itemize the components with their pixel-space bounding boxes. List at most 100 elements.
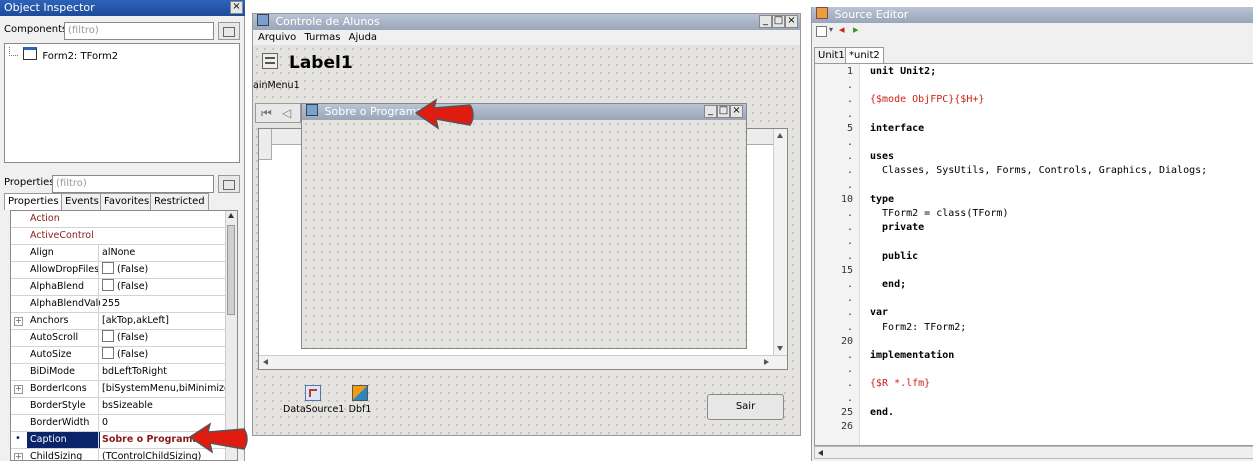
clear-filter-button[interactable] xyxy=(218,22,240,40)
maximize-icon[interactable]: □ xyxy=(717,105,730,118)
code-line[interactable]: . xyxy=(815,179,1253,193)
properties-filter-input[interactable]: (filtro) xyxy=(52,175,214,193)
property-row[interactable]: AllowDropFiles (False) xyxy=(11,262,227,279)
scroll-up-icon[interactable] xyxy=(777,133,783,138)
checkbox-icon[interactable] xyxy=(102,330,114,342)
clear-properties-filter-button[interactable] xyxy=(218,175,240,193)
checkbox-icon[interactable] xyxy=(102,279,114,291)
tab-properties[interactable]: Properties xyxy=(4,193,63,210)
code-line[interactable]: . xyxy=(815,292,1253,306)
code-line[interactable]: . public xyxy=(815,250,1253,264)
property-value[interactable]: (False) xyxy=(98,330,227,346)
about-form-canvas[interactable] xyxy=(302,120,746,348)
code-line[interactable]: . {$mode ObjFPC}{$H+} xyxy=(815,93,1253,107)
property-value[interactable]: bsSizeable xyxy=(98,398,227,414)
component-datasource1[interactable]: DataSource1 xyxy=(283,385,344,415)
close-icon[interactable]: × xyxy=(230,1,243,14)
checkbox-icon[interactable] xyxy=(102,347,114,359)
code-line[interactable]: . xyxy=(815,136,1253,150)
scroll-right-icon[interactable] xyxy=(764,359,769,365)
property-row[interactable]: AutoScroll (False) xyxy=(11,330,227,347)
scroll-down-icon[interactable] xyxy=(777,346,783,351)
bookmark-icon[interactable] xyxy=(816,26,827,37)
property-row[interactable]: BorderStyle bsSizeable xyxy=(11,398,227,415)
code-line[interactable]: 26 xyxy=(815,420,1253,434)
about-form-titlebar[interactable]: Sobre o Programa xyxy=(302,104,746,120)
close-icon[interactable]: × xyxy=(785,15,798,28)
property-value[interactable]: bdLeftToRight xyxy=(98,364,227,380)
code-line[interactable]: . xyxy=(815,108,1253,122)
expand-icon[interactable]: + xyxy=(14,453,23,460)
code-line[interactable]: 15 xyxy=(815,264,1253,278)
tab-restricted[interactable]: Restricted xyxy=(150,193,209,210)
code-line[interactable]: . TForm2 = class(TForm) xyxy=(815,207,1253,221)
property-row[interactable]: ActiveControl xyxy=(11,228,227,245)
menu-ajuda[interactable]: Ajuda xyxy=(349,32,377,43)
menu-turmas[interactable]: Turmas xyxy=(304,32,340,43)
editor-hscrollbar[interactable] xyxy=(814,446,1253,459)
property-value[interactable]: [biSystemMenu,biMinimize,biMax xyxy=(98,381,227,397)
property-row[interactable]: AlphaBlendValu 255 xyxy=(11,296,227,313)
prior-record-icon[interactable]: ◁ xyxy=(282,106,291,120)
maximize-icon[interactable]: □ xyxy=(772,15,785,28)
property-row[interactable]: BiDiMode bdLeftToRight xyxy=(11,364,227,381)
close-icon[interactable]: × xyxy=(730,105,743,118)
db-navigator[interactable]: ⏮ ◁ xyxy=(255,103,301,123)
form-designer-titlebar[interactable]: Controle de Alunos xyxy=(253,14,800,30)
property-value[interactable]: (False) xyxy=(98,262,227,278)
minimize-icon[interactable]: _ xyxy=(759,15,772,28)
code-line[interactable]: 5 interface xyxy=(815,122,1253,136)
tab-unit1[interactable]: Unit1 xyxy=(814,47,849,64)
grid-vscrollbar[interactable] xyxy=(773,129,787,355)
code-line[interactable]: 1 unit Unit2; xyxy=(815,65,1253,79)
property-row[interactable]: Align alNone xyxy=(11,245,227,262)
about-form-window[interactable]: Sobre o Programa _ □ × xyxy=(301,103,747,349)
property-value[interactable]: [akTop,akLeft] xyxy=(98,313,227,329)
tab-favorites[interactable]: Favorites xyxy=(100,193,154,210)
code-line[interactable]: . implementation xyxy=(815,349,1253,363)
main-menu-component-icon[interactable] xyxy=(262,53,278,69)
code-line[interactable]: . end; xyxy=(815,278,1253,292)
forward-arrow-icon[interactable]: ▸ xyxy=(853,23,859,36)
code-line[interactable]: . xyxy=(815,363,1253,377)
expand-icon[interactable]: + xyxy=(14,385,23,394)
scroll-left-icon[interactable] xyxy=(263,359,268,365)
code-line[interactable]: . uses xyxy=(815,150,1253,164)
source-editor-titlebar[interactable]: Source Editor xyxy=(812,7,1253,23)
property-value[interactable]: (False) xyxy=(98,279,227,295)
property-row[interactable]: AutoSize (False) xyxy=(11,347,227,364)
menu-arquivo[interactable]: Arquivo xyxy=(258,32,296,43)
dropdown-icon[interactable]: ▾ xyxy=(829,25,833,34)
property-row[interactable]: AlphaBlend (False) xyxy=(11,279,227,296)
code-line[interactable]: 20 xyxy=(815,335,1253,349)
code-line[interactable]: . var xyxy=(815,306,1253,320)
first-record-icon[interactable]: ⏮ xyxy=(261,106,272,121)
property-row[interactable]: Action xyxy=(11,211,227,228)
code-line[interactable]: . {$R *.lfm} xyxy=(815,377,1253,391)
components-filter-input[interactable]: (filtro) xyxy=(64,22,214,40)
code-line[interactable]: . xyxy=(815,79,1253,93)
code-line[interactable]: . Classes, SysUtils, Forms, Controls, Gr… xyxy=(815,164,1253,178)
sair-button[interactable]: Sair xyxy=(707,394,784,420)
scroll-up-icon[interactable] xyxy=(228,213,234,218)
scroll-left-icon[interactable] xyxy=(818,450,823,456)
code-line[interactable]: . xyxy=(815,392,1253,406)
checkbox-icon[interactable] xyxy=(102,262,114,274)
code-editor[interactable]: 1 unit Unit2;.. {$mode ObjFPC}{$H+}. 5 inter… xyxy=(814,63,1253,446)
form-canvas[interactable]: Label1 ainMenu1 ⏮ ◁ Sobre o Programa _ □… xyxy=(253,45,800,435)
grid-hscrollbar[interactable] xyxy=(259,355,787,369)
code-line[interactable]: . Form2: TForm2; xyxy=(815,321,1253,335)
scroll-thumb[interactable] xyxy=(227,225,235,315)
tree-item-form2[interactable]: Form2: TForm2 xyxy=(9,47,118,64)
minimize-icon[interactable]: _ xyxy=(704,105,717,118)
property-value[interactable]: 255 xyxy=(98,296,227,312)
object-inspector-titlebar[interactable]: Object Inspector xyxy=(0,0,245,16)
label1[interactable]: Label1 xyxy=(289,53,353,73)
property-value[interactable]: (False) xyxy=(98,347,227,363)
tab-unit2[interactable]: *unit2 xyxy=(845,47,884,64)
code-line[interactable]: . private xyxy=(815,221,1253,235)
property-value[interactable]: alNone xyxy=(98,245,227,261)
back-arrow-icon[interactable]: ◂ xyxy=(839,23,845,36)
property-row[interactable]: + BorderIcons [biSystemMenu,biMinimize,biM… xyxy=(11,381,227,398)
property-row[interactable]: + Anchors [akTop,akLeft] xyxy=(11,313,227,330)
